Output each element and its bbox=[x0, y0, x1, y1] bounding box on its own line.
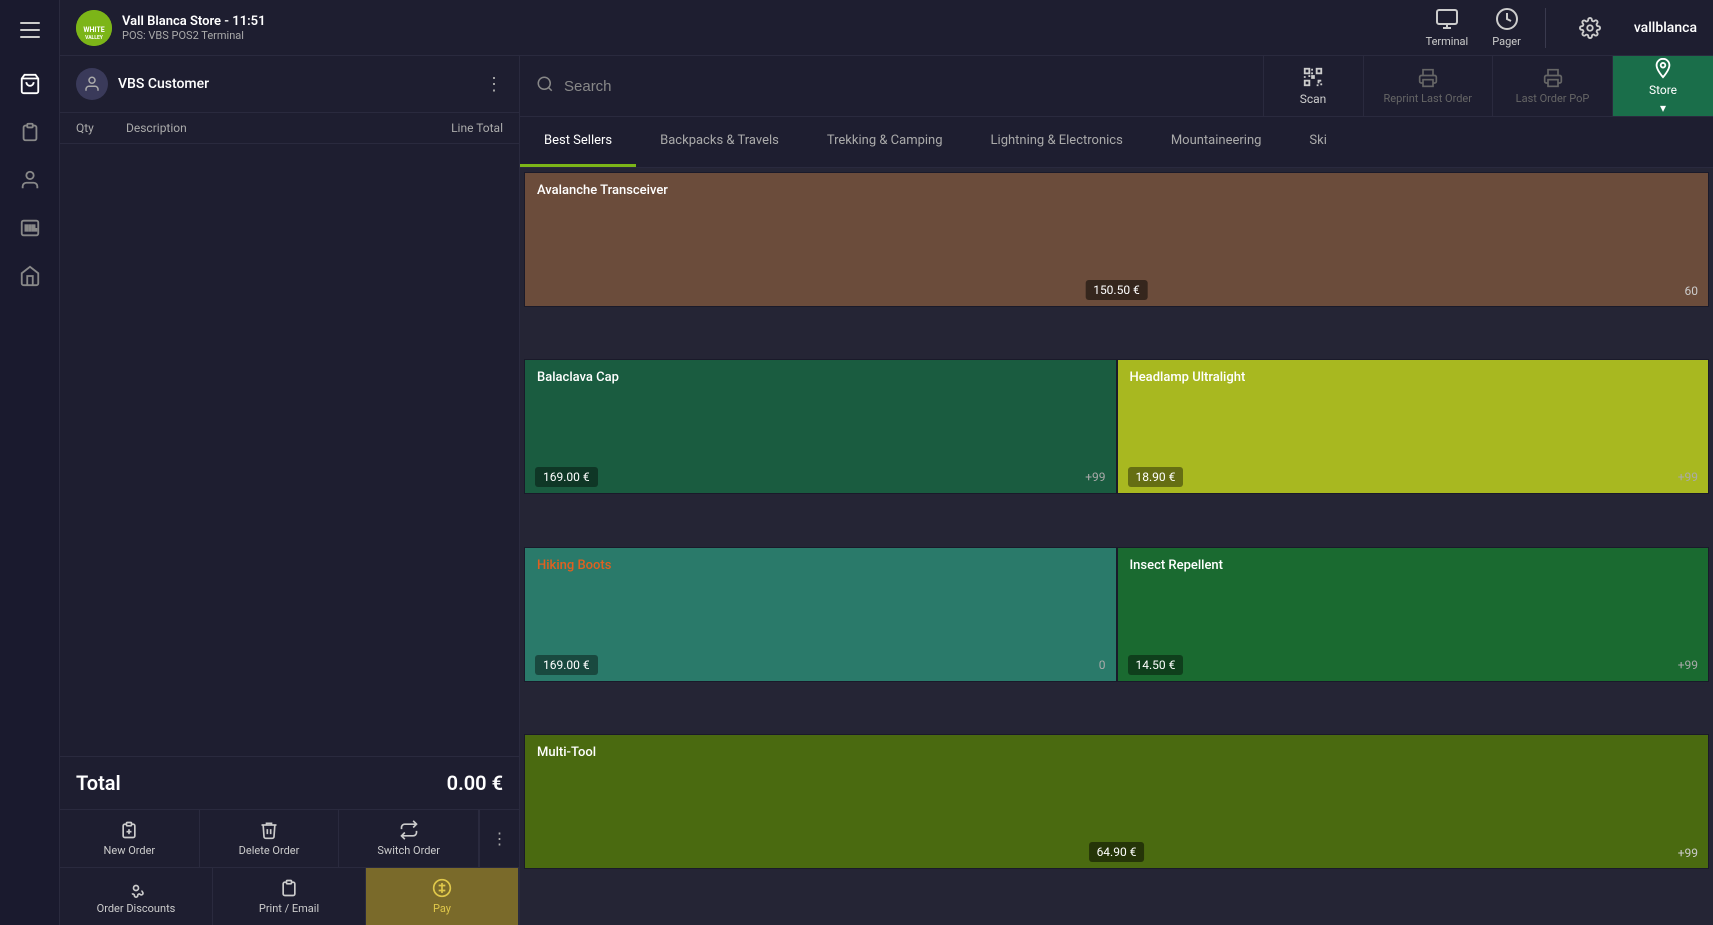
order-items bbox=[60, 144, 519, 756]
user-name: vallblanca bbox=[1634, 20, 1697, 36]
product-qty: +99 bbox=[1085, 470, 1105, 484]
product-name: Balaclava Cap bbox=[525, 360, 1116, 395]
col-qty-header: Qty bbox=[76, 121, 126, 135]
action-buttons-row1: New Order Delete Order Switch Order bbox=[60, 809, 519, 867]
header-actions: Terminal Pager vallblanca bbox=[1426, 7, 1697, 48]
settings-button[interactable] bbox=[1570, 8, 1610, 48]
main-wrapper: WHITE VALLEY Vall Blanca Store - 11:51 P… bbox=[60, 0, 1713, 925]
product-multi-tool[interactable]: Multi-Tool 64.90 € +99 bbox=[524, 734, 1709, 869]
scan-button[interactable]: Scan bbox=[1264, 56, 1364, 116]
action-buttons-row2: Order Discounts Print / Email Pay bbox=[60, 867, 519, 925]
customer-bar: VBS Customer ⋮ bbox=[60, 56, 519, 113]
top-header: WHITE VALLEY Vall Blanca Store - 11:51 P… bbox=[60, 0, 1713, 56]
more-actions-button[interactable]: ⋮ bbox=[479, 810, 519, 867]
product-hiking-boots[interactable]: Hiking Boots 169.00 € 0 bbox=[524, 547, 1117, 682]
product-qty: +99 bbox=[1678, 658, 1698, 672]
store-name: Vall Blanca Store - 11:51 bbox=[122, 14, 266, 29]
new-order-button[interactable]: New Order bbox=[60, 810, 200, 867]
products-panel: Scan Reprint Last Order Last Order PoP bbox=[520, 56, 1713, 925]
search-icon bbox=[536, 75, 554, 98]
product-name: Insect Repellent bbox=[1118, 548, 1709, 583]
tab-mountaineering[interactable]: Mountaineering bbox=[1147, 117, 1286, 167]
logo: WHITE VALLEY bbox=[76, 10, 112, 46]
customer-name: VBS Customer bbox=[118, 76, 475, 92]
nav-sidebar bbox=[0, 0, 60, 925]
order-total-bar: Total 0.00 € bbox=[60, 756, 519, 809]
total-label: Total bbox=[76, 771, 121, 795]
last-order-button[interactable]: Last Order PoP bbox=[1493, 56, 1613, 116]
tab-best-sellers[interactable]: Best Sellers bbox=[520, 117, 636, 167]
product-qty: +99 bbox=[1678, 846, 1698, 860]
product-price: 169.00 € bbox=[535, 655, 598, 675]
pos-info: POS: VBS POS2 Terminal bbox=[122, 29, 266, 42]
product-headlamp-ultralight[interactable]: Headlamp Ultralight 18.90 € +99 bbox=[1117, 359, 1710, 494]
product-qty: +99 bbox=[1678, 470, 1698, 484]
product-balaclava-cap[interactable]: Balaclava Cap 169.00 € +99 bbox=[524, 359, 1117, 494]
tab-ski[interactable]: Ski bbox=[1285, 117, 1350, 167]
col-total-header: Line Total bbox=[451, 121, 503, 135]
scan-label: Scan bbox=[1300, 92, 1327, 106]
product-price: 169.00 € bbox=[535, 467, 598, 487]
nav-customers-icon[interactable] bbox=[10, 160, 50, 200]
product-price: 64.90 € bbox=[1089, 842, 1145, 862]
nav-orders-icon[interactable] bbox=[10, 112, 50, 152]
last-order-label: Last Order PoP bbox=[1516, 92, 1590, 105]
product-name: Avalanche Transceiver bbox=[525, 173, 1708, 208]
customer-icon bbox=[76, 68, 108, 100]
svg-text:WHITE: WHITE bbox=[83, 26, 104, 34]
col-desc-header: Description bbox=[126, 121, 451, 135]
product-qty: 0 bbox=[1099, 658, 1106, 672]
product-name: Hiking Boots bbox=[525, 548, 1116, 583]
search-box bbox=[520, 56, 1264, 116]
store-label: Store bbox=[1649, 83, 1677, 97]
product-price: 18.90 € bbox=[1128, 467, 1184, 487]
content-area: VBS Customer ⋮ Qty Description Line Tota… bbox=[60, 56, 1713, 925]
order-panel: VBS Customer ⋮ Qty Description Line Tota… bbox=[60, 56, 520, 925]
header-divider bbox=[1545, 8, 1546, 48]
tab-lightning-electronics[interactable]: Lightning & Electronics bbox=[967, 117, 1147, 167]
tab-backpacks-travels[interactable]: Backpacks & Travels bbox=[636, 117, 803, 167]
print-email-button[interactable]: Print / Email bbox=[213, 868, 366, 925]
nav-pos-icon[interactable] bbox=[10, 208, 50, 248]
total-amount: 0.00 € bbox=[447, 771, 503, 795]
store-chevron: ▾ bbox=[1660, 101, 1666, 115]
product-grid: Avalanche Transceiver 150.50 € 60 Balacl… bbox=[520, 168, 1713, 925]
product-name: Headlamp Ultralight bbox=[1118, 360, 1709, 395]
hamburger-menu[interactable] bbox=[12, 12, 48, 48]
product-qty: 60 bbox=[1685, 284, 1699, 298]
order-headers: Qty Description Line Total bbox=[60, 113, 519, 144]
product-name: Multi-Tool bbox=[525, 735, 1708, 770]
pay-button[interactable]: Pay bbox=[366, 868, 519, 925]
delete-order-button[interactable]: Delete Order bbox=[200, 810, 340, 867]
switch-order-button[interactable]: Switch Order bbox=[339, 810, 479, 867]
category-tabs: Best Sellers Backpacks & Travels Trekkin… bbox=[520, 117, 1713, 168]
reprint-label: Reprint Last Order bbox=[1384, 92, 1472, 105]
order-discounts-button[interactable]: Order Discounts bbox=[60, 868, 213, 925]
reprint-button[interactable]: Reprint Last Order bbox=[1364, 56, 1493, 116]
product-price: 150.50 € bbox=[1085, 280, 1148, 300]
svg-text:VALLEY: VALLEY bbox=[85, 35, 104, 41]
store-info: Vall Blanca Store - 11:51 POS: VBS POS2 … bbox=[122, 14, 266, 42]
search-scan-bar: Scan Reprint Last Order Last Order PoP bbox=[520, 56, 1713, 117]
pager-button[interactable]: Pager bbox=[1492, 7, 1521, 48]
search-input[interactable] bbox=[564, 56, 1247, 116]
customer-more-button[interactable]: ⋮ bbox=[485, 74, 503, 95]
store-button[interactable]: Store ▾ bbox=[1613, 56, 1713, 116]
product-price: 14.50 € bbox=[1128, 655, 1184, 675]
product-avalanche-transceiver[interactable]: Avalanche Transceiver 150.50 € 60 bbox=[524, 172, 1709, 307]
tab-trekking-camping[interactable]: Trekking & Camping bbox=[803, 117, 967, 167]
nav-store-icon[interactable] bbox=[10, 256, 50, 296]
nav-cart-icon[interactable] bbox=[10, 64, 50, 104]
terminal-button[interactable]: Terminal bbox=[1426, 7, 1469, 48]
product-insect-repellent[interactable]: Insect Repellent 14.50 € +99 bbox=[1117, 547, 1710, 682]
logo-area: WHITE VALLEY Vall Blanca Store - 11:51 P… bbox=[76, 10, 276, 46]
